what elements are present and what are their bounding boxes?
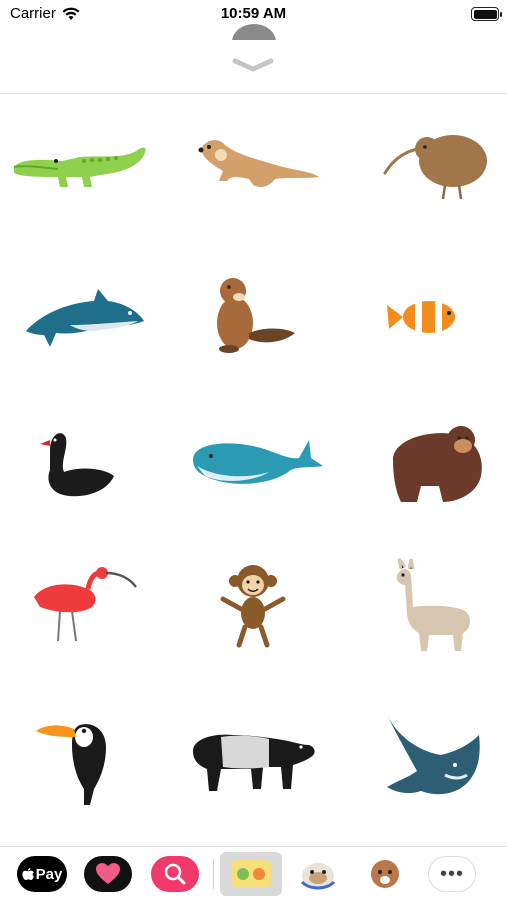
gorilla-icon <box>393 426 482 502</box>
sticker-clownfish[interactable] <box>347 245 507 385</box>
sticker-dolphin[interactable] <box>0 245 160 385</box>
clownfish-icon <box>387 301 455 333</box>
search-icon <box>164 863 186 885</box>
llama-icon <box>396 558 471 651</box>
sticker-pack-icon <box>231 860 271 888</box>
whale-icon <box>193 440 323 484</box>
app-drawer: Pay ••• <box>0 846 507 900</box>
sticker-sheet <box>0 40 507 900</box>
sticker-gorilla[interactable] <box>347 390 507 530</box>
drawer-divider <box>213 859 214 889</box>
sticker-monkey[interactable] <box>173 535 333 675</box>
bulldog-icon <box>300 863 336 890</box>
manta-ray-icon <box>387 715 480 795</box>
battery-icon <box>471 7 502 21</box>
apple-pay-label: Pay <box>35 865 63 883</box>
kiwi-icon <box>383 135 487 200</box>
sticker-grid <box>0 95 507 845</box>
tapir-icon <box>193 734 315 791</box>
bulldog-stickers-button[interactable] <box>294 856 342 892</box>
chevron-down-icon[interactable] <box>231 56 275 74</box>
sticker-beaver[interactable] <box>173 245 333 385</box>
poodle-stickers-button[interactable] <box>362 856 408 892</box>
crocodile-icon <box>13 147 146 187</box>
image-search-app-button[interactable] <box>151 856 199 892</box>
sticker-pack-button-selected[interactable] <box>220 852 282 896</box>
monkey-icon <box>220 565 286 648</box>
dolphin-icon <box>26 289 144 347</box>
sticker-otter[interactable] <box>173 95 333 235</box>
more-icon: ••• <box>439 862 464 885</box>
apple-pay-button[interactable]: Pay <box>17 856 67 892</box>
sticker-llama[interactable] <box>347 535 507 675</box>
status-time: 10:59 AM <box>220 5 287 22</box>
poodle-icon <box>371 860 399 888</box>
toucan-icon <box>36 724 106 805</box>
sticker-crocodile[interactable] <box>0 95 160 235</box>
scarlet-ibis-icon <box>34 567 137 642</box>
heart-icon <box>96 863 120 884</box>
heart-app-button[interactable] <box>84 856 132 892</box>
apple-icon <box>22 868 34 880</box>
sticker-toucan[interactable] <box>0 685 160 825</box>
otter-icon <box>198 140 319 187</box>
sticker-tapir[interactable] <box>173 685 333 825</box>
black-swan-icon <box>40 433 114 497</box>
beaver-icon <box>217 278 295 353</box>
sticker-scarlet-ibis[interactable] <box>0 535 160 675</box>
sticker-black-swan[interactable] <box>0 390 160 530</box>
sheet-header <box>0 40 507 94</box>
more-apps-button[interactable]: ••• <box>428 856 476 892</box>
sticker-kiwi[interactable] <box>347 95 507 235</box>
sticker-manta-ray[interactable] <box>347 685 507 825</box>
sticker-whale[interactable] <box>173 390 333 530</box>
